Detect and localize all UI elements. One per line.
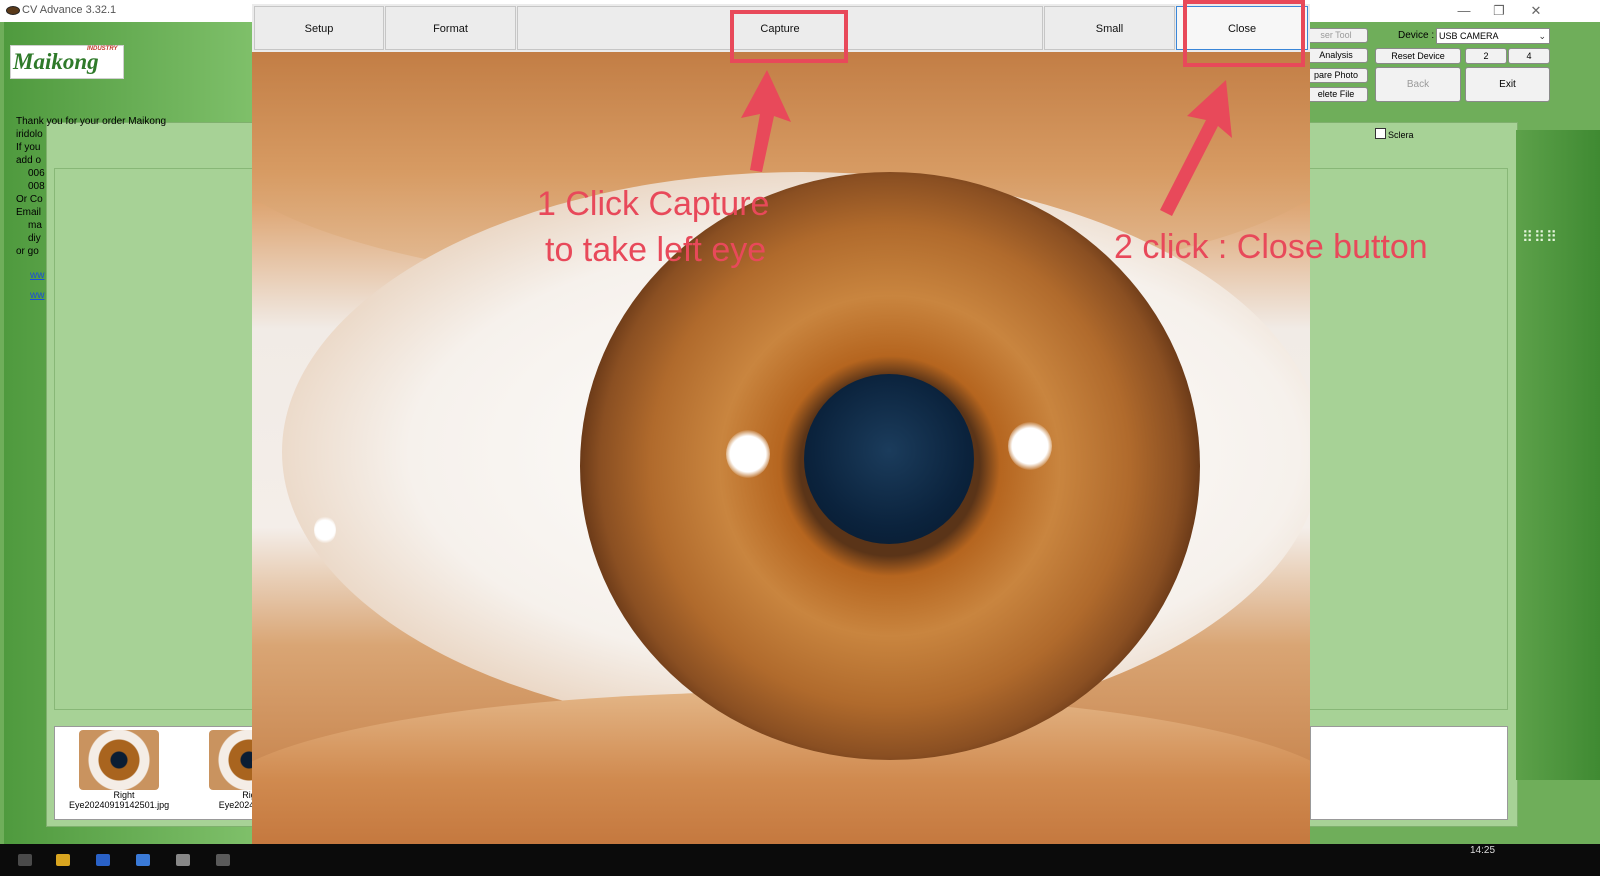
- app-icon[interactable]: [96, 854, 110, 866]
- arrow-to-close-icon: [1160, 80, 1232, 216]
- taskbar-clock: 14:25: [1470, 845, 1496, 856]
- browser-icon[interactable]: [176, 854, 190, 866]
- step2-annotation: 2 click : Close button: [1114, 228, 1428, 266]
- step1-line1: 1 Click Capture: [537, 185, 770, 223]
- arrow-to-capture-icon: [741, 70, 791, 172]
- folder-icon[interactable]: [56, 854, 70, 866]
- step1-annotation: 1 Click Capture to take left eye: [537, 182, 769, 274]
- taskbar: [0, 844, 1600, 876]
- start-icon[interactable]: [18, 854, 32, 866]
- step1-line2: to take left eye: [545, 230, 767, 269]
- app-icon[interactable]: [216, 854, 230, 866]
- app-icon[interactable]: [136, 854, 150, 866]
- annotation-arrows: [741, 70, 1232, 216]
